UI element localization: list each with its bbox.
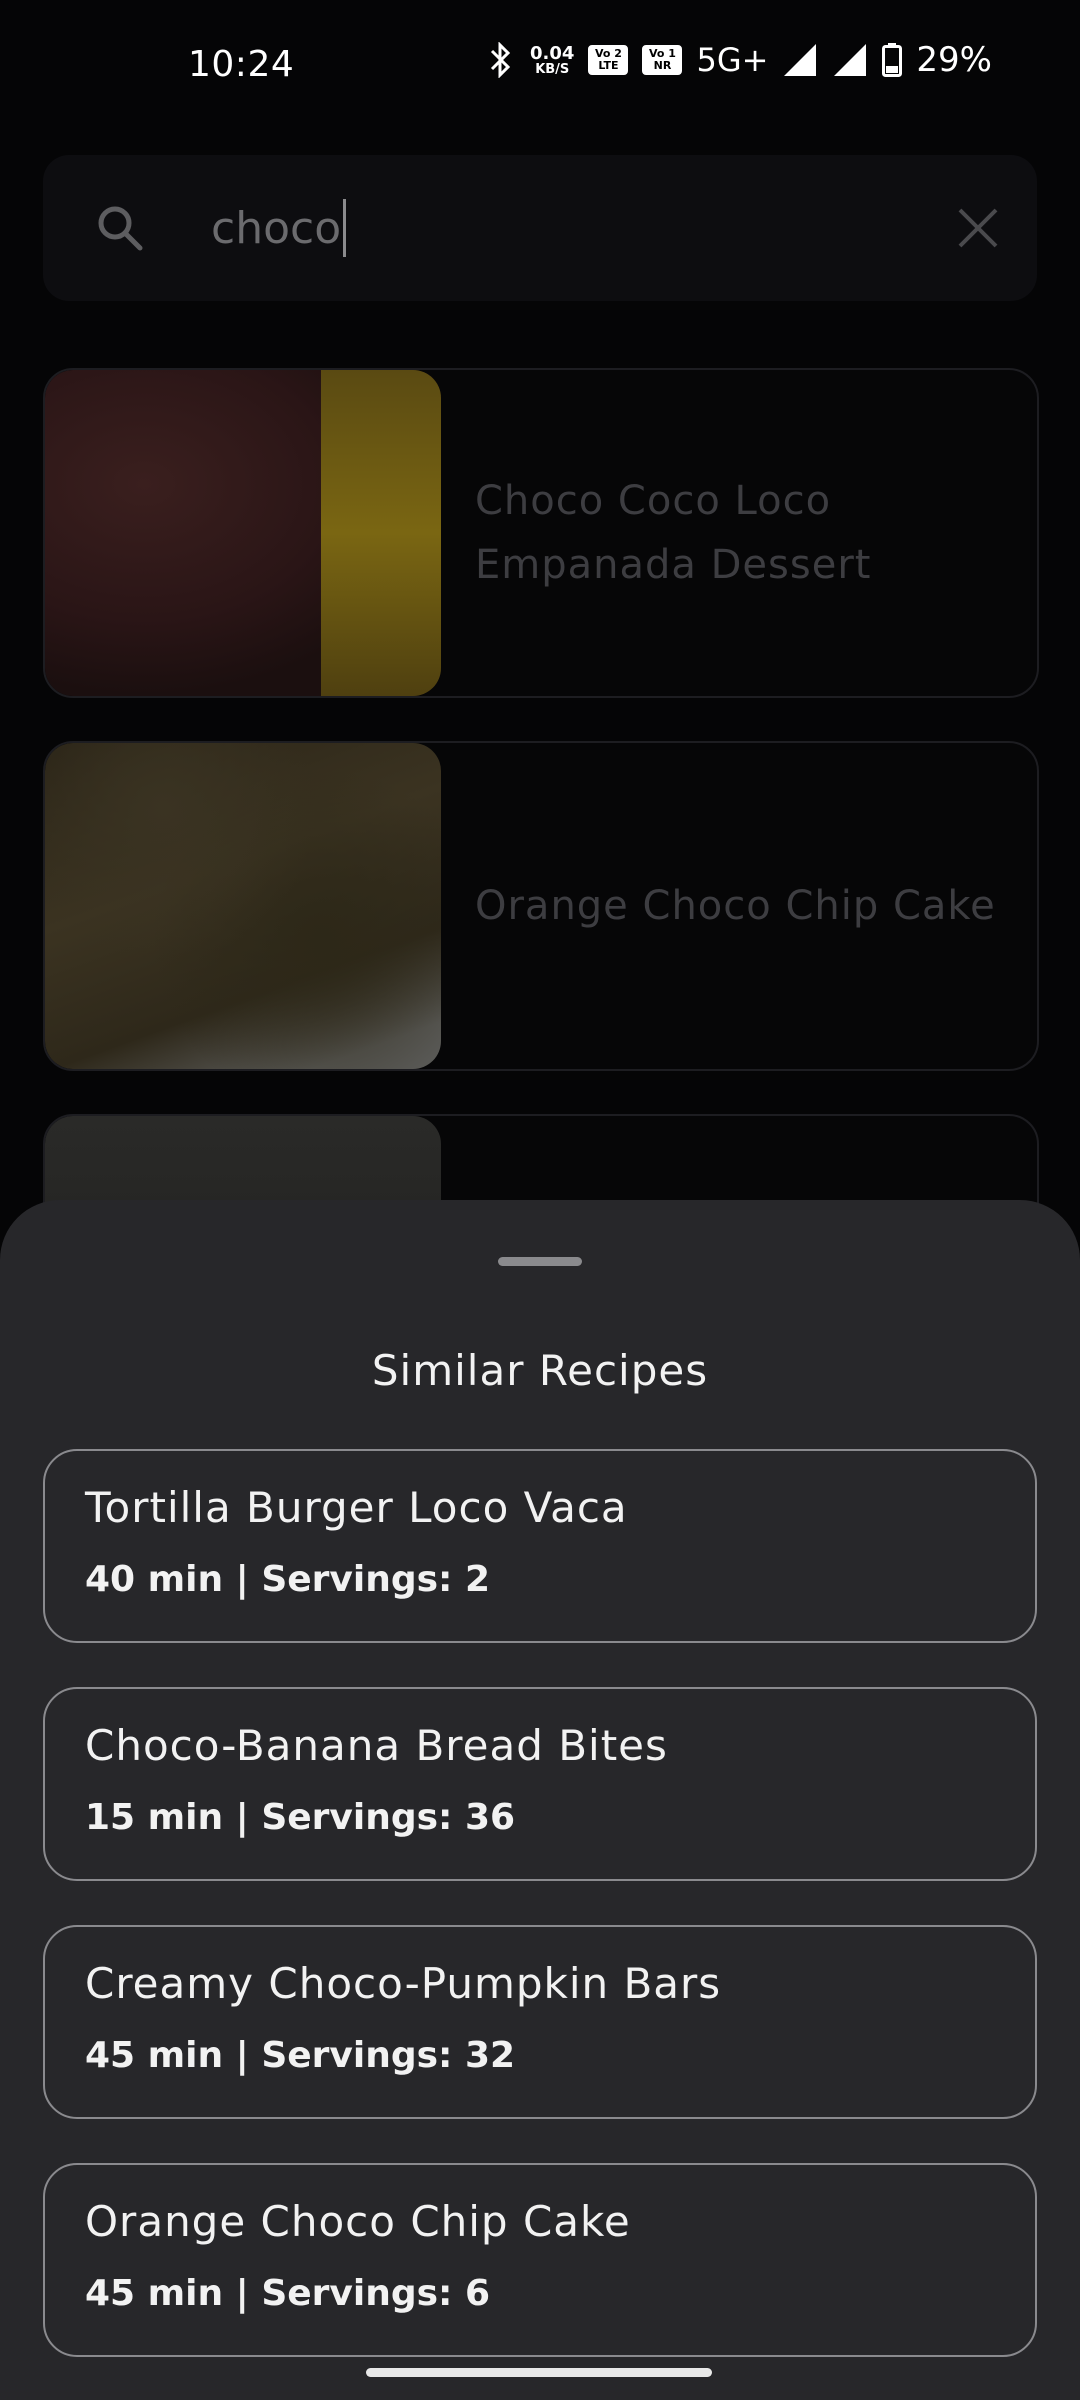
status-bar: 10:24 0.04 KB/S Vo 2 LTE Vo 1 NR 5G+ 29%	[0, 0, 1080, 130]
similar-recipe-title: Choco-Banana Bread Bites	[85, 1721, 668, 1770]
similar-recipes-sheet: Similar Recipes Tortilla Burger Loco Vac…	[0, 1200, 1080, 2400]
recipe-image	[45, 370, 441, 696]
recipe-title: Choco Coco Loco Empanada Dessert	[475, 478, 872, 588]
text-caret	[343, 199, 347, 257]
volte-nr-icon: Vo 1 NR	[642, 45, 683, 75]
similar-recipe-title: Tortilla Burger Loco Vaca	[85, 1483, 628, 1532]
signal-icon-2	[834, 44, 867, 76]
similar-recipe-item[interactable]: Orange Choco Chip Cake 45 min | Servings…	[43, 2163, 1037, 2357]
home-indicator[interactable]	[366, 2368, 712, 2377]
search-input[interactable]: choco	[211, 193, 931, 263]
recipe-image	[45, 743, 441, 1069]
recipe-card[interactable]: Choco Coco Loco Empanada Dessert	[43, 368, 1039, 698]
volte-lte-icon: Vo 2 LTE	[588, 45, 629, 75]
search-input-value: choco	[211, 202, 342, 254]
net-speed-value: 0.04	[530, 42, 575, 64]
search-bar[interactable]: choco	[43, 155, 1037, 301]
drag-handle[interactable]	[498, 1257, 582, 1266]
signal-icon	[784, 44, 817, 76]
similar-recipe-title: Creamy Choco-Pumpkin Bars	[85, 1959, 722, 2008]
similar-recipe-meta: 15 min | Servings: 36	[85, 1797, 516, 1838]
network-type: 5G+	[696, 41, 769, 79]
similar-recipe-meta: 40 min | Servings: 2	[85, 1559, 491, 1600]
similar-recipe-meta: 45 min | Servings: 6	[85, 2273, 491, 2314]
recipe-title: Orange Choco Chip Cake	[475, 883, 996, 929]
similar-recipe-title: Orange Choco Chip Cake	[85, 2197, 631, 2246]
net-speed-unit: KB/S	[535, 61, 570, 77]
search-icon	[98, 206, 143, 251]
net-speed: 0.04 KB/S	[530, 42, 575, 77]
similar-recipe-item[interactable]: Choco-Banana Bread Bites 15 min | Servin…	[43, 1687, 1037, 1881]
recipe-card[interactable]: Orange Choco Chip Cake	[43, 741, 1039, 1071]
bluetooth-icon	[490, 42, 511, 78]
similar-recipe-meta: 45 min | Servings: 32	[85, 2035, 516, 2076]
similar-recipe-item[interactable]: Tortilla Burger Loco Vaca 40 min | Servi…	[43, 1449, 1037, 1643]
battery-percent: 29%	[916, 40, 992, 80]
similar-recipe-item[interactable]: Creamy Choco-Pumpkin Bars 45 min | Servi…	[43, 1925, 1037, 2119]
status-time: 10:24	[188, 44, 295, 85]
status-icons: 0.04 KB/S Vo 2 LTE Vo 1 NR 5G+ 29%	[486, 40, 992, 80]
close-icon[interactable]	[955, 205, 1001, 251]
sheet-title: Similar Recipes	[371, 1346, 709, 1395]
battery-icon	[882, 43, 903, 77]
